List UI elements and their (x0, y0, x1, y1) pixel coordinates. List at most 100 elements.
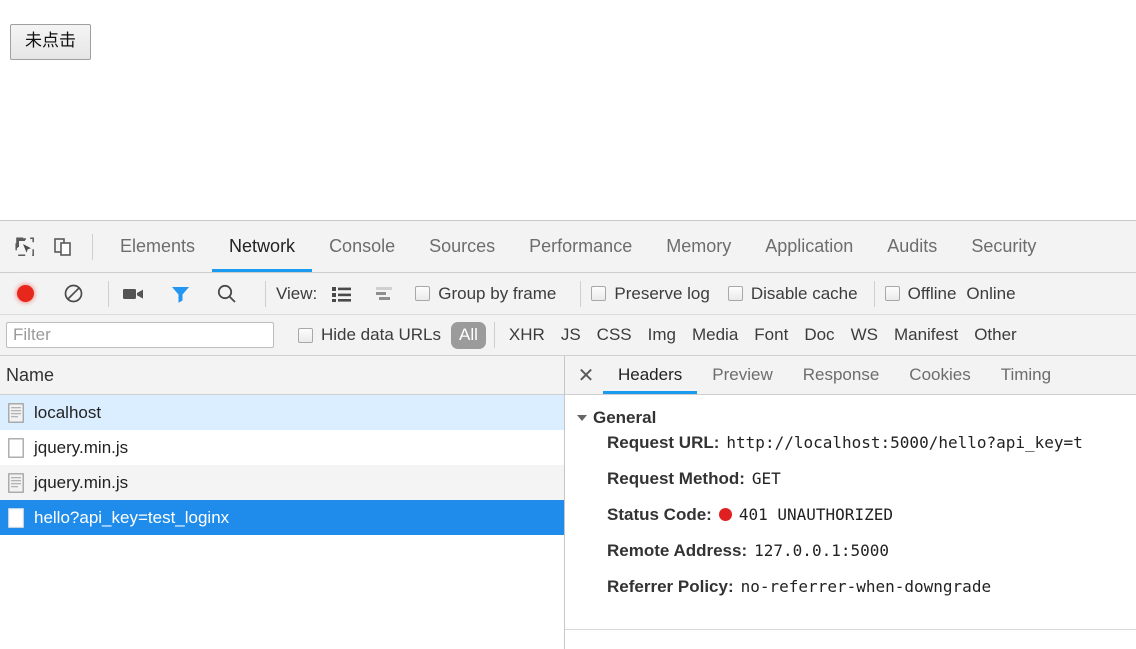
toolbar-divider-3 (265, 280, 266, 307)
filter-icon[interactable] (165, 279, 195, 309)
status-error-dot-icon (718, 508, 732, 521)
throttling-select[interactable]: Online (966, 284, 1015, 304)
capture-screenshots-button[interactable] (119, 279, 149, 309)
header-row-remote-address: Remote Address: 127.0.0.1:5000 (565, 541, 1136, 577)
header-key: Referrer Policy: (607, 577, 734, 596)
general-section-label: General (593, 408, 657, 427)
group-by-frame-label: Group by frame (438, 283, 557, 303)
chevron-down-icon (577, 415, 587, 421)
close-icon[interactable]: ✕ (569, 356, 603, 394)
toolbar-divider-4 (580, 280, 582, 307)
filter-type-ws[interactable]: WS (843, 325, 886, 345)
tab-response[interactable]: Response (788, 356, 895, 394)
network-toolbar: View: Group by frame Preserve log Disabl… (0, 273, 1136, 315)
header-value: 127.0.0.1:5000 (754, 541, 889, 560)
offline-checkbox[interactable]: Offline (884, 283, 957, 304)
filter-type-xhr[interactable]: XHR (501, 325, 553, 345)
group-by-frame-checkbox[interactable]: Group by frame (415, 284, 556, 304)
tab-preview[interactable]: Preview (697, 356, 787, 394)
table-row[interactable]: hello?api_key=test_loginx (0, 500, 564, 535)
headers-content: General Request URL: http://localhost:50… (565, 395, 1136, 649)
checkbox-box (298, 327, 313, 343)
request-name: hello?api_key=test_loginx (34, 507, 230, 527)
checkbox-box (591, 286, 607, 301)
hide-data-urls-label: Hide data URLs (321, 325, 442, 344)
header-key: Request URL: (607, 433, 720, 452)
tab-cookies[interactable]: Cookies (894, 356, 985, 394)
section-divider (565, 629, 1136, 630)
tab-timing[interactable]: Timing (986, 356, 1066, 394)
toolbar-divider (92, 233, 93, 260)
preserve-log-checkbox[interactable]: Preserve log (591, 283, 710, 304)
request-name: localhost (34, 402, 102, 422)
checkbox-box (415, 286, 431, 301)
table-row[interactable]: localhost (0, 395, 564, 430)
header-value: GET (751, 469, 781, 488)
devtools-tabbar: Elements Network Console Sources Perform… (0, 221, 1136, 273)
device-toolbar-icon[interactable] (44, 228, 82, 266)
header-key: Remote Address: (607, 541, 748, 560)
network-filterbar: Hide data URLs All XHR JS CSS Img Media … (0, 315, 1136, 356)
filter-type-doc[interactable]: Doc (796, 325, 842, 345)
table-row[interactable]: jquery.min.js (0, 430, 564, 465)
tab-console[interactable]: Console (312, 221, 412, 272)
filter-type-other[interactable]: Other (966, 325, 1025, 345)
offline-label: Offline (907, 283, 957, 303)
disable-cache-label: Disable cache (750, 283, 858, 303)
toolbar-divider-5 (873, 280, 875, 307)
filter-type-manifest[interactable]: Manifest (886, 325, 966, 345)
general-section-header[interactable]: General (565, 403, 1136, 433)
record-button[interactable] (10, 279, 40, 309)
hide-data-urls-checkbox[interactable]: Hide data URLs (298, 325, 441, 345)
document-icon (8, 472, 24, 493)
disable-cache-checkbox[interactable]: Disable cache (727, 283, 858, 304)
header-value: 401 UNAUTHORIZED (738, 505, 893, 524)
devtools-window: 未点击 Elements Network Console Sources Per… (0, 0, 1136, 649)
checkbox-box (727, 286, 743, 301)
filter-type-js[interactable]: JS (553, 325, 589, 345)
not-clicked-button[interactable]: 未点击 (10, 24, 91, 60)
header-row-referrer-policy: Referrer Policy: no-referrer-when-downgr… (565, 577, 1136, 613)
header-row-request-method: Request Method: GET (565, 469, 1136, 505)
tab-sources[interactable]: Sources (412, 221, 512, 272)
header-value: http://localhost:5000/hello?api_key=t (726, 433, 1083, 452)
filter-type-img[interactable]: Img (640, 325, 684, 345)
search-icon[interactable] (211, 279, 241, 309)
preserve-log-label: Preserve log (614, 283, 710, 303)
request-name: jquery.min.js (34, 472, 129, 492)
header-key: Request Method: (607, 469, 745, 488)
filter-type-css[interactable]: CSS (589, 325, 640, 345)
table-row[interactable]: jquery.min.js (0, 465, 564, 500)
request-list-pane: Name localhost jquery.min.js jquery.min.… (0, 356, 564, 649)
filter-type-media[interactable]: Media (684, 325, 746, 345)
filter-divider (493, 322, 495, 348)
filter-type-font[interactable]: Font (746, 325, 796, 345)
column-header-name[interactable]: Name (0, 356, 564, 395)
inspect-cursor-icon[interactable] (6, 228, 44, 266)
tab-performance[interactable]: Performance (512, 221, 649, 272)
record-icon (16, 285, 34, 302)
checkbox-box (884, 286, 900, 301)
view-label: View: (276, 283, 318, 303)
tab-application[interactable]: Application (748, 221, 870, 272)
list-view-button[interactable] (327, 279, 357, 309)
tab-elements[interactable]: Elements (103, 221, 212, 272)
clear-button[interactable] (58, 279, 88, 309)
header-value: no-referrer-when-downgrade (740, 577, 992, 596)
devtools-panel: Elements Network Console Sources Perform… (0, 221, 1136, 649)
tab-security[interactable]: Security (954, 221, 1053, 272)
header-row-status-code: Status Code: 401 UNAUTHORIZED (565, 505, 1136, 541)
toolbar-divider-2 (108, 280, 109, 307)
blank-document-icon (8, 507, 24, 528)
tab-headers[interactable]: Headers (603, 356, 698, 394)
request-list: localhost jquery.min.js jquery.min.js he… (0, 395, 564, 649)
header-key: Status Code: (607, 505, 712, 524)
filter-input[interactable] (6, 322, 274, 348)
waterfall-view-button[interactable] (371, 279, 401, 309)
tab-memory[interactable]: Memory (649, 221, 748, 272)
tab-network[interactable]: Network (212, 221, 313, 272)
filter-type-all[interactable]: All (451, 321, 486, 349)
request-detail-pane: ✕ Headers Preview Response Cookies Timin… (565, 356, 1136, 649)
network-body: Name localhost jquery.min.js jquery.min.… (0, 356, 1136, 649)
tab-audits[interactable]: Audits (870, 221, 954, 272)
